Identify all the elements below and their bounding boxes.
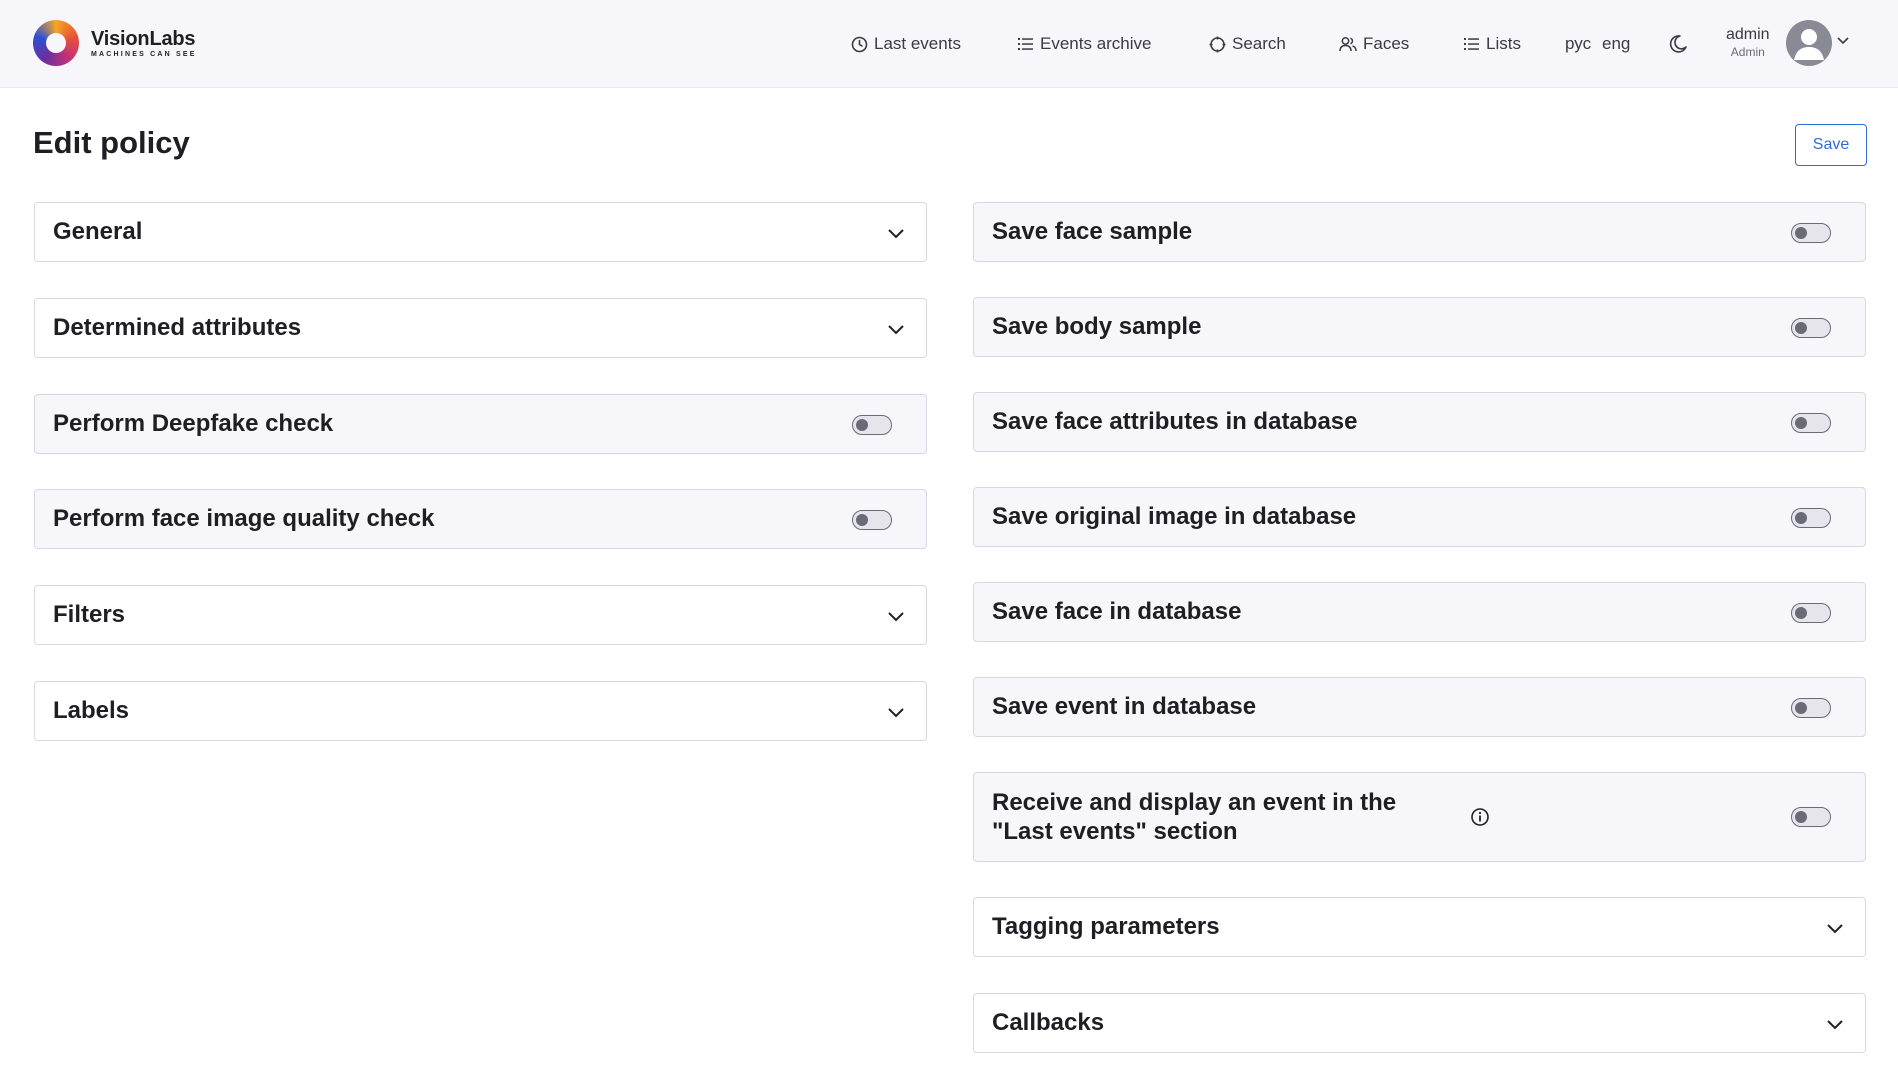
accordion-tagging-parameters[interactable]: Tagging parameters (973, 897, 1866, 957)
save-face-attributes-toggle[interactable] (1791, 413, 1831, 433)
receive-display-event-toggle[interactable] (1791, 807, 1831, 827)
nav-last-events-label: Last events (874, 34, 961, 53)
user-role: Admin (1730, 45, 1765, 59)
setting-save-body-sample-label: Save body sample (992, 313, 1202, 340)
user-avatar-icon (1794, 29, 1824, 60)
accordion-determined-attributes-label: Determined attributes (53, 314, 302, 341)
chevron-down-icon (888, 612, 904, 622)
nav-events-archive-label: Events archive (1040, 34, 1152, 53)
quality-check-toggle[interactable] (852, 510, 892, 530)
chevron-down-icon (888, 708, 904, 718)
chevron-down-icon (888, 325, 904, 335)
chevron-down-icon[interactable] (1836, 36, 1850, 46)
language-en[interactable]: eng (1602, 0, 1630, 88)
accordion-filters-label: Filters (53, 601, 126, 628)
nav-faces-label: Faces (1363, 34, 1410, 53)
chevron-down-icon (888, 229, 904, 239)
chevron-down-icon (1827, 924, 1843, 934)
deepfake-toggle[interactable] (852, 415, 892, 435)
setting-receive-display-event-label: Receive and display an event in the "Las… (992, 788, 1396, 846)
page-title: Edit policy (33, 125, 190, 160)
nav-faces[interactable]: Faces (1339, 0, 1409, 88)
nav-lists[interactable]: Lists (1464, 0, 1521, 88)
accordion-callbacks-label: Callbacks (992, 1009, 1105, 1036)
clock-icon (851, 36, 868, 52)
save-face-sample-toggle[interactable] (1791, 223, 1831, 243)
setting-save-face-sample: Save face sample (973, 202, 1866, 262)
avatar[interactable] (1786, 20, 1832, 66)
list-icon (1018, 38, 1033, 50)
brand-name: VisionLabs (91, 28, 196, 50)
accordion-filters[interactable]: Filters (34, 585, 927, 645)
setting-save-face-attributes-label: Save face attributes in database (992, 408, 1358, 435)
brand-tagline: MACHINES CAN SEE (91, 51, 197, 58)
setting-save-face-sample-label: Save face sample (992, 218, 1193, 245)
dark-mode-moon-icon[interactable] (1667, 33, 1689, 55)
nav-lists-label: Lists (1486, 34, 1521, 53)
nav-search-label: Search (1232, 34, 1286, 53)
setting-save-original-image-label: Save original image in database (992, 503, 1357, 530)
user-name: admin (1726, 26, 1770, 43)
receive-display-line-1: Receive and display an event in the (992, 789, 1397, 816)
logo-ring-icon (33, 20, 79, 66)
setting-save-original-image: Save original image in database (973, 487, 1866, 547)
nav-search[interactable]: Search (1209, 0, 1286, 88)
setting-save-event-label: Save event in database (992, 693, 1257, 720)
language-ru[interactable]: рус (1565, 0, 1591, 88)
chevron-down-icon (1827, 1020, 1843, 1030)
brand-logo[interactable]: VisionLabs MACHINES CAN SEE (33, 20, 197, 66)
user-info: admin Admin (1726, 26, 1770, 60)
list-icon (1464, 38, 1479, 50)
top-navigation-bar: VisionLabs MACHINES CAN SEE Last events … (0, 0, 1898, 88)
info-icon[interactable] (1470, 807, 1490, 827)
nav-last-events[interactable]: Last events (851, 0, 961, 88)
accordion-tagging-parameters-label: Tagging parameters (992, 913, 1220, 940)
save-face-toggle[interactable] (1791, 603, 1831, 623)
setting-save-face: Save face in database (973, 582, 1866, 642)
accordion-labels-label: Labels (53, 697, 130, 724)
users-icon (1339, 37, 1357, 52)
save-event-toggle[interactable] (1791, 698, 1831, 718)
setting-save-face-attributes: Save face attributes in database (973, 392, 1866, 452)
accordion-labels[interactable]: Labels (34, 681, 927, 741)
accordion-determined-attributes[interactable]: Determined attributes (34, 298, 927, 358)
nav-events-archive[interactable]: Events archive (1018, 0, 1152, 88)
setting-save-body-sample: Save body sample (973, 297, 1866, 357)
search-target-icon (1209, 36, 1226, 52)
setting-deepfake-check: Perform Deepfake check (34, 394, 927, 454)
accordion-callbacks[interactable]: Callbacks (973, 993, 1866, 1053)
save-button[interactable]: Save (1795, 124, 1867, 166)
save-body-sample-toggle[interactable] (1791, 318, 1831, 338)
setting-quality-check: Perform face image quality check (34, 489, 927, 549)
setting-deepfake-check-label: Perform Deepfake check (53, 410, 334, 437)
receive-display-line-2: "Last events" section (992, 818, 1238, 845)
setting-receive-display-event: Receive and display an event in the "Las… (973, 772, 1866, 862)
setting-quality-check-label: Perform face image quality check (53, 505, 435, 532)
setting-save-face-label: Save face in database (992, 598, 1242, 625)
accordion-general-label: General (53, 218, 143, 245)
setting-save-event: Save event in database (973, 677, 1866, 737)
save-original-image-toggle[interactable] (1791, 508, 1831, 528)
accordion-general[interactable]: General (34, 202, 927, 262)
